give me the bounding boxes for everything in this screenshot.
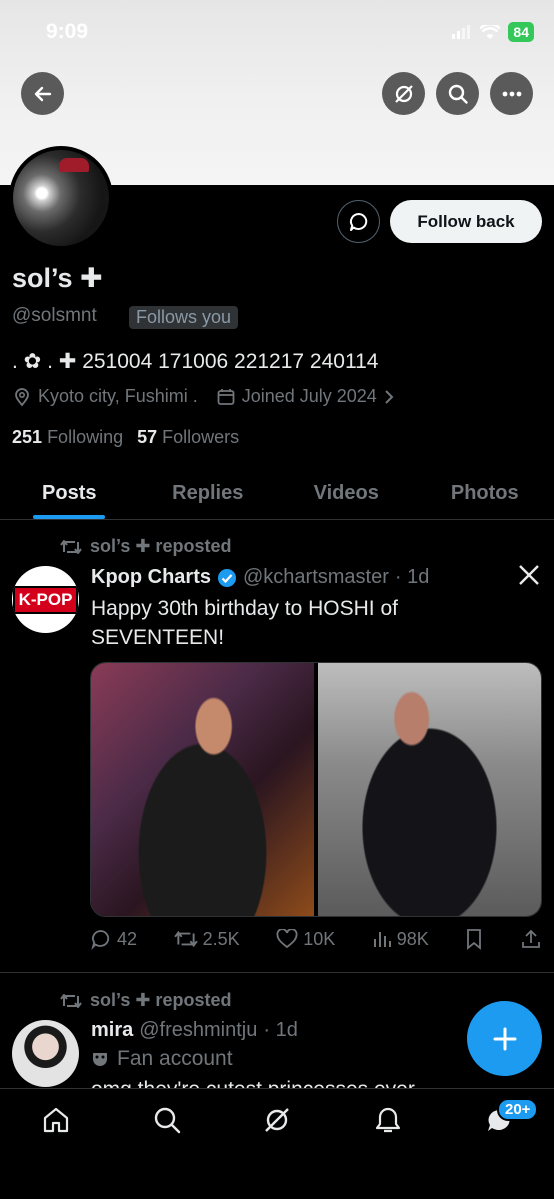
home-icon[interactable] <box>41 1105 71 1135</box>
post-time: · 1d <box>394 566 430 588</box>
reply-button[interactable]: 42 <box>90 928 137 950</box>
bookmark-button[interactable] <box>465 928 483 950</box>
location-pin-icon <box>15 387 29 406</box>
post-header: mira @freshmintju · 1d <box>91 1019 298 1042</box>
views-button[interactable]: 98K <box>372 929 429 950</box>
mask-icon <box>93 1053 107 1066</box>
profile-bio: . ✿ . ✚ 251004 171006 221217 240114 <box>12 350 379 373</box>
post-photo-2[interactable] <box>318 663 541 916</box>
plus-icon <box>493 1027 516 1050</box>
grok-icon[interactable] <box>262 1105 292 1135</box>
fan-account-text: Fan account <box>117 1047 233 1070</box>
more-dots-icon <box>502 91 521 96</box>
compose-button[interactable] <box>467 1001 542 1076</box>
post-time: · 1d <box>263 1019 298 1041</box>
post-author-handle: @freshmintju <box>139 1019 258 1041</box>
kpop-logo: K-POP <box>12 585 79 614</box>
like-button[interactable]: 10K <box>276 929 335 950</box>
post-avatar[interactable] <box>12 1020 79 1087</box>
message-bubble-icon <box>349 212 367 231</box>
post-author-name[interactable]: mira <box>91 1019 133 1042</box>
bookmark-icon <box>467 929 482 950</box>
followers-label: Followers <box>162 427 240 447</box>
bottom-nav: 20+ <box>0 1088 554 1199</box>
messages-badge: 20+ <box>497 1098 539 1121</box>
repost-label: sol’s ✚ reposted <box>90 536 232 556</box>
grok-icon <box>394 84 413 103</box>
follows-you-badge: Follows you <box>129 306 239 329</box>
search-icon <box>448 84 468 104</box>
repost-label: sol’s ✚ reposted <box>90 990 232 1010</box>
repost-indicator: sol’s ✚ reposted <box>60 536 231 557</box>
reply-count: 42 <box>117 928 138 949</box>
post-text: omg they're cutest princesses ever <box>91 1078 491 1088</box>
tab-photos[interactable]: Photos <box>416 468 554 519</box>
tab-replies[interactable]: Replies <box>139 468 278 519</box>
profile-handle: @solsmnt <box>12 305 97 326</box>
view-count: 98K <box>396 928 429 949</box>
post-author-name[interactable]: Kpop Charts <box>91 566 211 589</box>
profile-name: sol’s ✚ <box>12 263 103 293</box>
back-button[interactable] <box>21 72 64 115</box>
post-actions: 42 2.5K 10K 98K <box>90 928 542 950</box>
search-icon[interactable] <box>152 1105 182 1135</box>
arrow-left-icon <box>34 86 51 101</box>
notifications-bell-icon[interactable] <box>373 1105 403 1135</box>
following-label: Following <box>47 427 124 447</box>
followers-count: 57 <box>137 427 158 447</box>
tab-videos[interactable]: Videos <box>277 468 416 519</box>
repost-icon <box>60 539 82 554</box>
status-icons: 84 <box>452 22 534 42</box>
repost-indicator: sol’s ✚ reposted <box>60 990 231 1011</box>
share-button[interactable] <box>520 928 542 950</box>
profile-location: Kyoto city, Fushimi . <box>38 386 198 406</box>
battery-indicator: 84 <box>508 22 534 42</box>
repost-count: 2.5K <box>202 928 240 949</box>
cellular-signal-icon <box>452 25 471 39</box>
repost-button[interactable]: 2.5K <box>173 928 240 950</box>
profile-meta: Kyoto city, Fushimi . Joined July 2024 <box>12 386 395 407</box>
tab-posts[interactable]: Posts <box>0 468 139 519</box>
more-button[interactable] <box>490 72 533 115</box>
message-button[interactable] <box>337 200 380 243</box>
follow-back-button[interactable]: Follow back <box>390 200 542 243</box>
status-time: 9:09 <box>46 20 89 43</box>
grok-button[interactable] <box>382 72 425 115</box>
following-count: 251 <box>12 427 43 447</box>
reply-icon <box>91 930 110 950</box>
verified-badge-icon <box>218 568 236 587</box>
calendar-icon <box>217 388 235 405</box>
post-header: Kpop Charts @kchartsmaster · 1d <box>91 566 429 589</box>
like-count: 10K <box>303 928 336 949</box>
followers-link[interactable]: 57 Followers <box>137 427 239 448</box>
repost-icon <box>60 993 82 1008</box>
fan-account-label: Fan account <box>91 1047 233 1071</box>
post-media[interactable] <box>90 662 542 917</box>
post-text: Happy 30th birthday to HOSHI of SEVENTEE… <box>91 597 398 649</box>
following-link[interactable]: 251 Following <box>12 427 123 448</box>
post-divider <box>0 972 554 973</box>
wifi-icon <box>480 24 501 39</box>
repost-icon <box>173 930 198 948</box>
profile-stats: 251 Following 57 Followers <box>12 427 239 448</box>
profile-joined: Joined July 2024 <box>241 386 377 406</box>
views-chart-icon <box>373 932 391 947</box>
post-photo-1[interactable] <box>91 663 314 916</box>
share-icon <box>522 929 540 948</box>
search-button[interactable] <box>436 72 479 115</box>
profile-avatar[interactable] <box>9 146 113 250</box>
post-author-handle: @kchartsmaster <box>243 566 389 588</box>
x-logo-icon <box>519 565 539 585</box>
post-avatar[interactable]: K-POP <box>12 566 79 633</box>
profile-tabs: Posts Replies Videos Photos <box>0 468 554 520</box>
heart-icon <box>276 929 298 949</box>
chevron-right-icon[interactable] <box>383 389 395 405</box>
